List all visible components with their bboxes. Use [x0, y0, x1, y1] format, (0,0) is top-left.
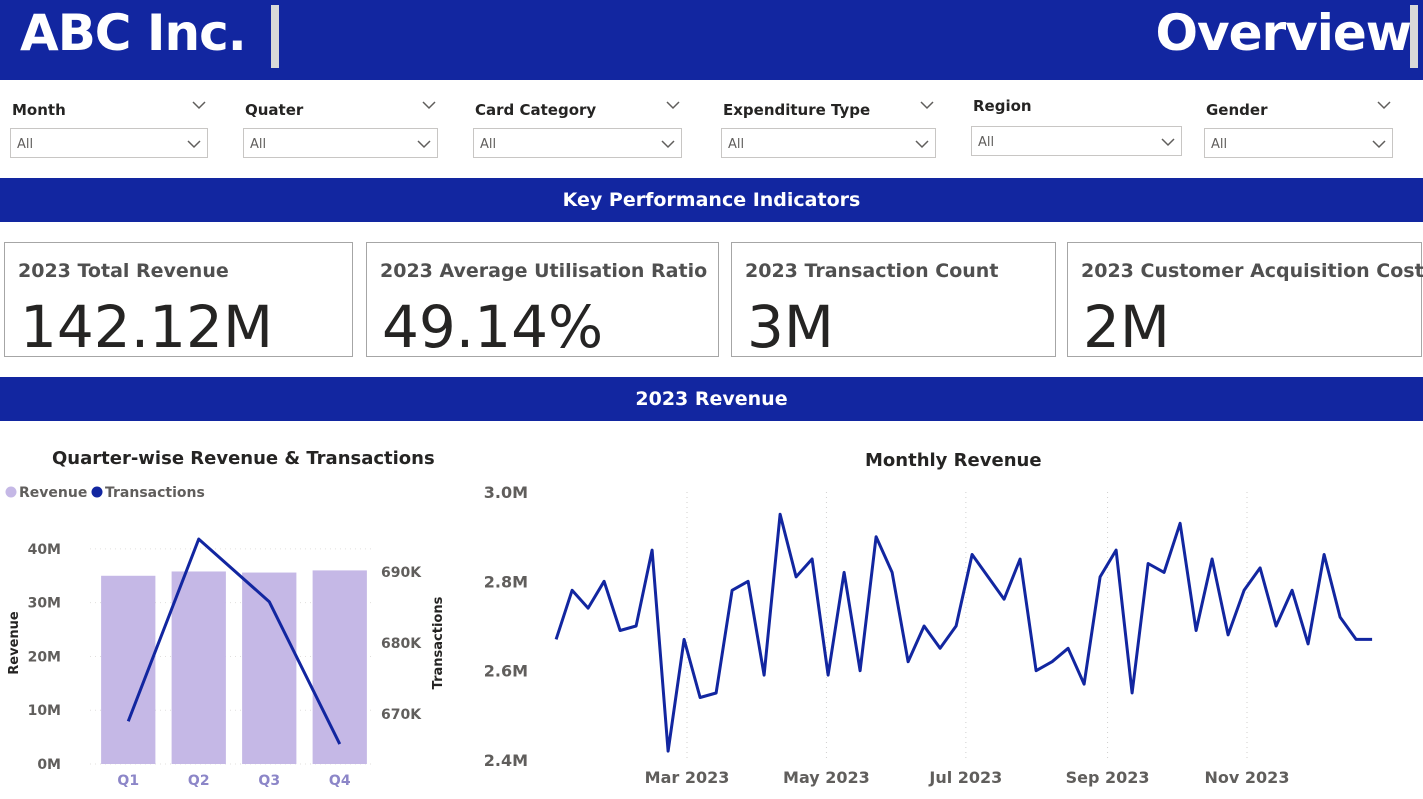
- chevron-down-icon[interactable]: [661, 139, 675, 149]
- legend-marker: [5, 486, 17, 498]
- chevron-down-icon[interactable]: [187, 139, 201, 149]
- x-tick-label: Jul 2023: [928, 768, 1002, 787]
- filter-label: Region: [973, 97, 1032, 115]
- y-axis-label: Revenue: [7, 611, 22, 675]
- kpi-card-acquisition-cost: 2023 Customer Acquisition Cost 2M: [1067, 242, 1423, 361]
- y-tick-label: 2.4M: [484, 751, 528, 770]
- filter-dropdown[interactable]: All: [473, 128, 682, 158]
- chevron-down-icon[interactable]: [915, 139, 929, 149]
- quarter-revenue-transactions-chart: Revenue Transactions 0M 10M 20M 30M 40M 670K 680…: [5, 485, 446, 789]
- y2-tick-label: 680K: [381, 636, 422, 652]
- kpi-section-header: Key Performance Indicators: [0, 178, 1423, 222]
- header-divider-right: [1410, 5, 1418, 68]
- filter-value: All: [250, 137, 267, 152]
- filter-expenditure-type[interactable]: Expenditure Type All: [721, 96, 936, 160]
- chevron-down-icon[interactable]: [1372, 139, 1386, 149]
- filter-value: All: [978, 135, 995, 150]
- chevron-down-icon[interactable]: [422, 100, 436, 110]
- chevron-down-icon[interactable]: [417, 139, 431, 149]
- chevron-down-icon[interactable]: [192, 100, 206, 110]
- x-tick-label: Mar 2023: [645, 768, 730, 787]
- monthly-revenue-chart: 2.4M 2.6M 2.8M 3.0M Mar 2023 May 2023 Jul 2023…: [484, 483, 1373, 787]
- kpi-label: 2023 Customer Acquisition Cost: [1081, 260, 1423, 282]
- filter-region[interactable]: Region All: [971, 92, 1182, 156]
- y2-tick-label: 690K: [381, 565, 422, 581]
- y-tick-label: 0M: [37, 757, 61, 773]
- legend-marker: [91, 486, 103, 498]
- page-header: ABC Inc. Overview: [0, 0, 1423, 80]
- transactions-line: [126, 537, 342, 745]
- y2-tick-label: 670K: [381, 707, 422, 723]
- legend-label: Transactions: [105, 485, 205, 501]
- filter-label: Quater: [245, 101, 304, 119]
- monthly-revenue-line: [554, 512, 1373, 753]
- quarter-chart-title: Quarter-wise Revenue & Transactions: [52, 448, 435, 469]
- y2-axis-label: Transactions: [431, 596, 446, 689]
- kpi-value: 142.12M: [20, 293, 273, 361]
- y-tick-label: 40M: [28, 542, 61, 558]
- kpi-label: 2023 Average Utilisation Ratio: [380, 260, 708, 282]
- kpi-value: 2M: [1083, 293, 1170, 361]
- filter-label: Month: [12, 101, 66, 119]
- filter-label: Card Category: [475, 101, 597, 119]
- kpi-card-total-revenue: 2023 Total Revenue 142.12M: [4, 242, 353, 361]
- filter-label: Expenditure Type: [723, 101, 871, 119]
- y-tick-label: 3.0M: [484, 483, 528, 502]
- header-divider-left: [271, 5, 279, 68]
- filter-month[interactable]: Month All: [10, 96, 208, 160]
- revenue-bar: [312, 570, 367, 764]
- filter-dropdown[interactable]: All: [971, 126, 1182, 156]
- y-tick-label: 20M: [28, 649, 61, 665]
- legend-label: Revenue: [19, 485, 87, 501]
- kpi-card-transaction-count: 2023 Transaction Count 3M: [731, 242, 1056, 361]
- filter-dropdown[interactable]: All: [721, 128, 936, 158]
- revenue-section-header: 2023 Revenue: [0, 377, 1423, 421]
- kpi-value: 49.14%: [382, 293, 604, 361]
- filter-value: All: [17, 137, 34, 152]
- filter-value: All: [1211, 137, 1228, 152]
- page-title: Overview: [1155, 4, 1412, 62]
- kpi-card-utilisation-ratio: 2023 Average Utilisation Ratio 49.14%: [366, 242, 719, 361]
- filter-label: Gender: [1206, 101, 1268, 119]
- filter-card-category[interactable]: Card Category All: [473, 96, 682, 160]
- x-tick-label: May 2023: [783, 768, 870, 787]
- y-tick-label: 10M: [28, 703, 61, 719]
- filter-dropdown[interactable]: All: [243, 128, 438, 158]
- chevron-down-icon[interactable]: [920, 100, 934, 110]
- revenue-bar: [171, 571, 226, 764]
- x-tick-label: Q1: [117, 773, 139, 789]
- x-tick-label: Nov 2023: [1205, 768, 1290, 787]
- filter-value: All: [728, 137, 745, 152]
- kpi-label: 2023 Total Revenue: [18, 260, 229, 282]
- y-tick-label: 2.8M: [484, 572, 528, 591]
- x-tick-label: Q4: [329, 773, 351, 789]
- y-tick-label: 2.6M: [484, 662, 528, 681]
- filter-value: All: [480, 137, 497, 152]
- chevron-down-icon[interactable]: [1377, 100, 1391, 110]
- x-tick-label: Q3: [258, 773, 280, 789]
- filter-dropdown[interactable]: All: [10, 128, 208, 158]
- filter-gender[interactable]: Gender All: [1204, 96, 1393, 160]
- company-title: ABC Inc.: [20, 4, 247, 62]
- monthly-chart-title: Monthly Revenue: [865, 450, 1042, 471]
- filter-dropdown[interactable]: All: [1204, 128, 1393, 158]
- kpi-value: 3M: [747, 293, 834, 361]
- x-tick-label: Sep 2023: [1066, 768, 1150, 787]
- kpi-label: 2023 Transaction Count: [745, 260, 999, 282]
- filter-quarter[interactable]: Quater All: [243, 96, 438, 160]
- chevron-down-icon[interactable]: [666, 100, 680, 110]
- y-tick-label: 30M: [28, 596, 61, 612]
- chevron-down-icon[interactable]: [1161, 137, 1175, 147]
- x-tick-label: Q2: [188, 773, 210, 789]
